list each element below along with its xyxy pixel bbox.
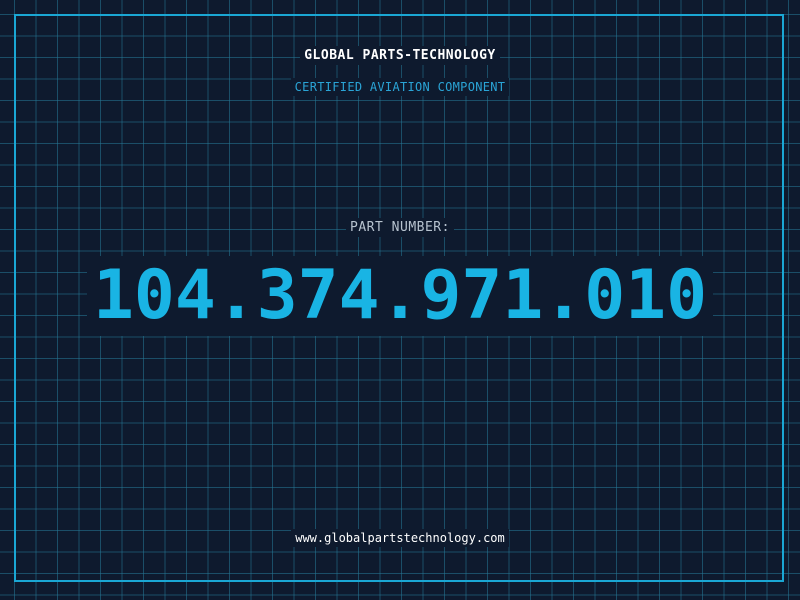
- part-number-value: 104.374.971.010: [86, 256, 714, 336]
- website-url: www.globalpartstechnology.com: [0, 529, 800, 547]
- part-number-container: 104.374.971.010: [0, 256, 800, 336]
- part-number-label: PART NUMBER:: [0, 218, 800, 237]
- certification-tagline: CERTIFIED AVIATION COMPONENT: [0, 78, 800, 96]
- part-card: GLOBAL PARTS-TECHNOLOGY CERTIFIED AVIATI…: [0, 0, 800, 600]
- website-url-text: www.globalpartstechnology.com: [291, 529, 509, 547]
- part-number-label-text: PART NUMBER:: [346, 218, 454, 237]
- company-name: GLOBAL PARTS-TECHNOLOGY: [0, 46, 800, 65]
- tagline-text: CERTIFIED AVIATION COMPONENT: [290, 78, 510, 96]
- company-name-text: GLOBAL PARTS-TECHNOLOGY: [300, 46, 500, 65]
